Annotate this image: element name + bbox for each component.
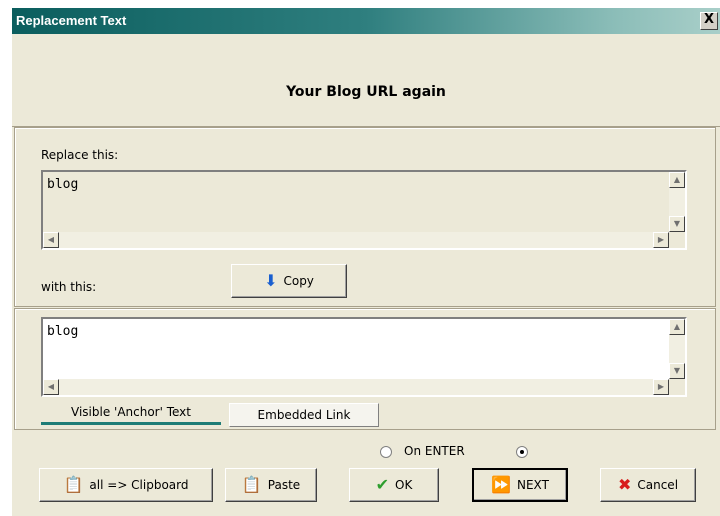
with-vertical-scrollbar[interactable]: ▲ ▼ xyxy=(669,319,685,379)
close-icon: X xyxy=(703,12,715,27)
down-arrow-icon: ⬇ xyxy=(264,271,278,290)
clipboard-icon: 📋 xyxy=(63,475,84,494)
tab-label: Embedded Link xyxy=(257,408,351,422)
window-title: Replacement Text xyxy=(16,13,127,28)
replace-text-field[interactable]: blog ▲ ▼ ◀ ▶ xyxy=(41,170,687,250)
scroll-down-icon[interactable]: ▼ xyxy=(669,216,685,232)
all-to-clipboard-button[interactable]: 📋 all => Clipboard xyxy=(39,468,213,502)
with-panel: blog ▲ ▼ ◀ ▶ Visible 'Anchor' Text Embed… xyxy=(14,308,716,430)
with-horizontal-scrollbar[interactable]: ◀ ▶ xyxy=(43,379,669,395)
close-button[interactable]: X xyxy=(700,12,718,30)
next-button-label: NEXT xyxy=(517,478,549,492)
scroll-corner xyxy=(669,379,685,395)
paste-button-label: Paste xyxy=(267,478,301,492)
second-radio[interactable] xyxy=(516,446,528,458)
scroll-right-icon[interactable]: ▶ xyxy=(653,379,669,395)
replace-text-value: blog xyxy=(47,177,79,192)
scroll-down-icon[interactable]: ▼ xyxy=(669,363,685,379)
scroll-left-icon[interactable]: ◀ xyxy=(43,379,59,395)
on-enter-label: On ENTER xyxy=(404,444,465,458)
scroll-corner xyxy=(669,232,685,248)
clipboard-button-label: all => Clipboard xyxy=(89,478,189,492)
copy-button-label: Copy xyxy=(283,274,314,288)
checkmark-icon: ✔ xyxy=(375,475,390,494)
with-text-field[interactable]: blog ▲ ▼ ◀ ▶ xyxy=(41,317,687,397)
replace-label: Replace this: xyxy=(41,148,119,162)
replace-vertical-scrollbar[interactable]: ▲ ▼ xyxy=(669,172,685,232)
replace-horizontal-scrollbar[interactable]: ◀ ▶ xyxy=(43,232,669,248)
copy-button[interactable]: ⬇ Copy xyxy=(231,264,347,298)
cancel-button[interactable]: ✖ Cancel xyxy=(600,468,696,502)
tab-visible-anchor-text[interactable]: Visible 'Anchor' Text xyxy=(41,401,221,425)
tab-label: Visible 'Anchor' Text xyxy=(71,404,191,419)
cancel-x-icon: ✖ xyxy=(617,475,632,494)
replacement-text-dialog: Replacement Text X Your Blog URL again R… xyxy=(12,8,720,516)
header-title: Your Blog URL again xyxy=(286,84,446,100)
dialog-header: Your Blog URL again xyxy=(12,34,720,127)
fast-forward-icon: ⏩ xyxy=(491,475,511,494)
ok-button[interactable]: ✔ OK xyxy=(349,468,439,502)
on-enter-radio[interactable] xyxy=(380,446,392,458)
scroll-left-icon[interactable]: ◀ xyxy=(43,232,59,248)
ok-button-label: OK xyxy=(395,478,413,492)
paste-icon: 📋 xyxy=(241,475,262,494)
title-bar[interactable]: Replacement Text X xyxy=(12,8,720,34)
with-label: with this: xyxy=(41,280,97,294)
tab-embedded-link[interactable]: Embedded Link xyxy=(229,403,379,427)
with-text-value: blog xyxy=(47,324,79,339)
scroll-up-icon[interactable]: ▲ xyxy=(669,172,685,188)
replace-panel: Replace this: blog ▲ ▼ ◀ ▶ with this: ⬇ … xyxy=(14,127,716,307)
next-button[interactable]: ⏩ NEXT xyxy=(472,468,568,502)
paste-button[interactable]: 📋 Paste xyxy=(225,468,317,502)
cancel-button-label: Cancel xyxy=(637,478,679,492)
scroll-right-icon[interactable]: ▶ xyxy=(653,232,669,248)
scroll-up-icon[interactable]: ▲ xyxy=(669,319,685,335)
